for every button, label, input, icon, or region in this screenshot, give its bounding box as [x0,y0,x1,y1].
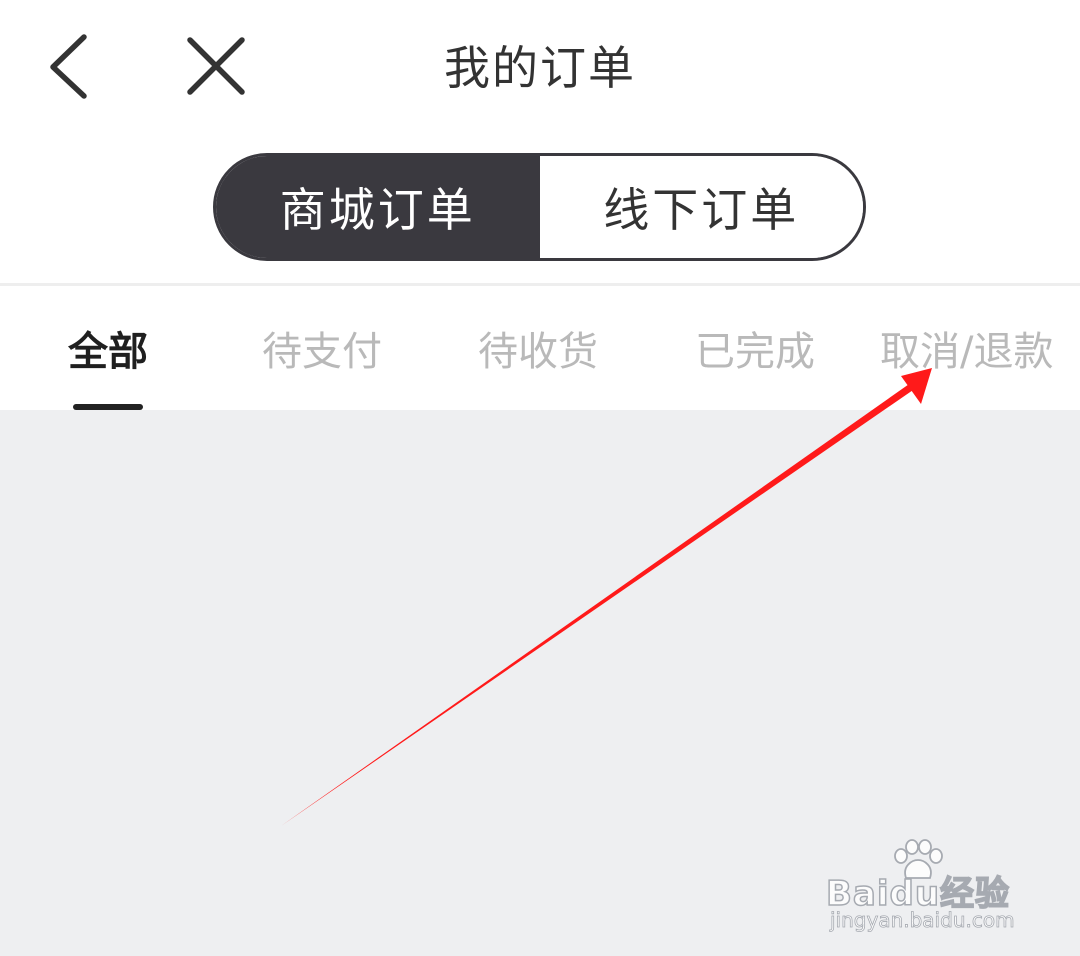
baidu-jingyan-watermark: Baidu经验 jingyan.baidu.com [825,838,1026,938]
segment-mall-orders[interactable]: 商城订单 [216,156,540,258]
header-bar: 我的订单 [0,0,1080,140]
tab-completed[interactable]: 已完成 [695,322,815,382]
tab-pending-payment[interactable]: 待支付 [262,322,382,382]
order-screen: 我的订单 商城订单 线下订单 全部 待支付 待收货 已完成 取消/退款 Baid… [0,0,1080,956]
tab-all[interactable]: 全部 [68,322,148,382]
tab-cancel-refund[interactable]: 取消/退款 [880,322,1053,382]
page-title: 我的订单 [444,41,636,95]
order-source-segment: 商城订单 线下订单 [213,153,866,261]
order-status-tabs: 全部 待支付 待收货 已完成 取消/退款 [0,286,1080,410]
segment-offline-orders[interactable]: 线下订单 [539,156,863,258]
tab-pending-receipt[interactable]: 待收货 [478,322,598,382]
watermark-url: jingyan.baidu.com [830,908,1015,933]
